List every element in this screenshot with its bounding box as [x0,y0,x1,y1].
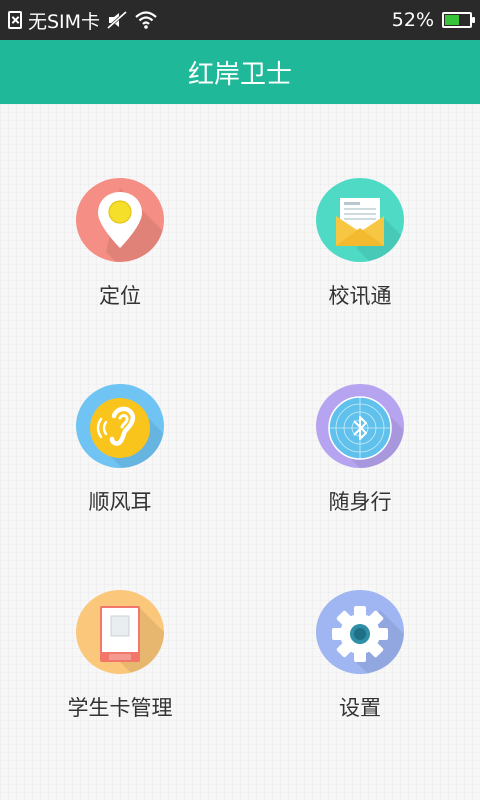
menu-item-student-card[interactable]: 学生卡管理 [0,516,240,722]
menu-item-label: 定位 [99,284,141,308]
menu-grid: 定位 校讯通 顺风耳 随身行 学生卡管理 设置 [0,104,480,800]
menu-item-listen[interactable]: 顺风耳 [0,310,240,516]
no-sim-icon [8,11,22,29]
menu-item-location[interactable]: 定位 [0,104,240,310]
menu-item-school-messages[interactable]: 校讯通 [240,104,480,310]
title-bar: 红岸卫士 [0,40,480,104]
wifi-icon [135,11,157,29]
envelope-icon [316,178,404,262]
menu-item-tracking[interactable]: 随身行 [240,310,480,516]
menu-item-label: 设置 [339,696,381,720]
ear-icon [76,384,164,468]
status-bar: 无SIM卡 52% [0,0,480,40]
battery-percent: 52% [391,9,434,31]
bluetooth-radar-icon [316,384,404,468]
menu-item-label: 学生卡管理 [67,696,173,720]
menu-item-settings[interactable]: 设置 [240,516,480,722]
menu-item-label: 顺风耳 [88,490,152,514]
menu-item-label: 随身行 [328,490,392,514]
battery-icon [442,12,475,28]
location-pin-icon [76,178,164,262]
gear-icon [316,590,404,674]
student-card-icon [76,590,164,674]
carrier-text: 无SIM卡 [28,10,101,33]
menu-item-label: 校讯通 [328,284,392,308]
mute-icon [107,10,128,30]
page-title: 红岸卫士 [187,59,292,90]
